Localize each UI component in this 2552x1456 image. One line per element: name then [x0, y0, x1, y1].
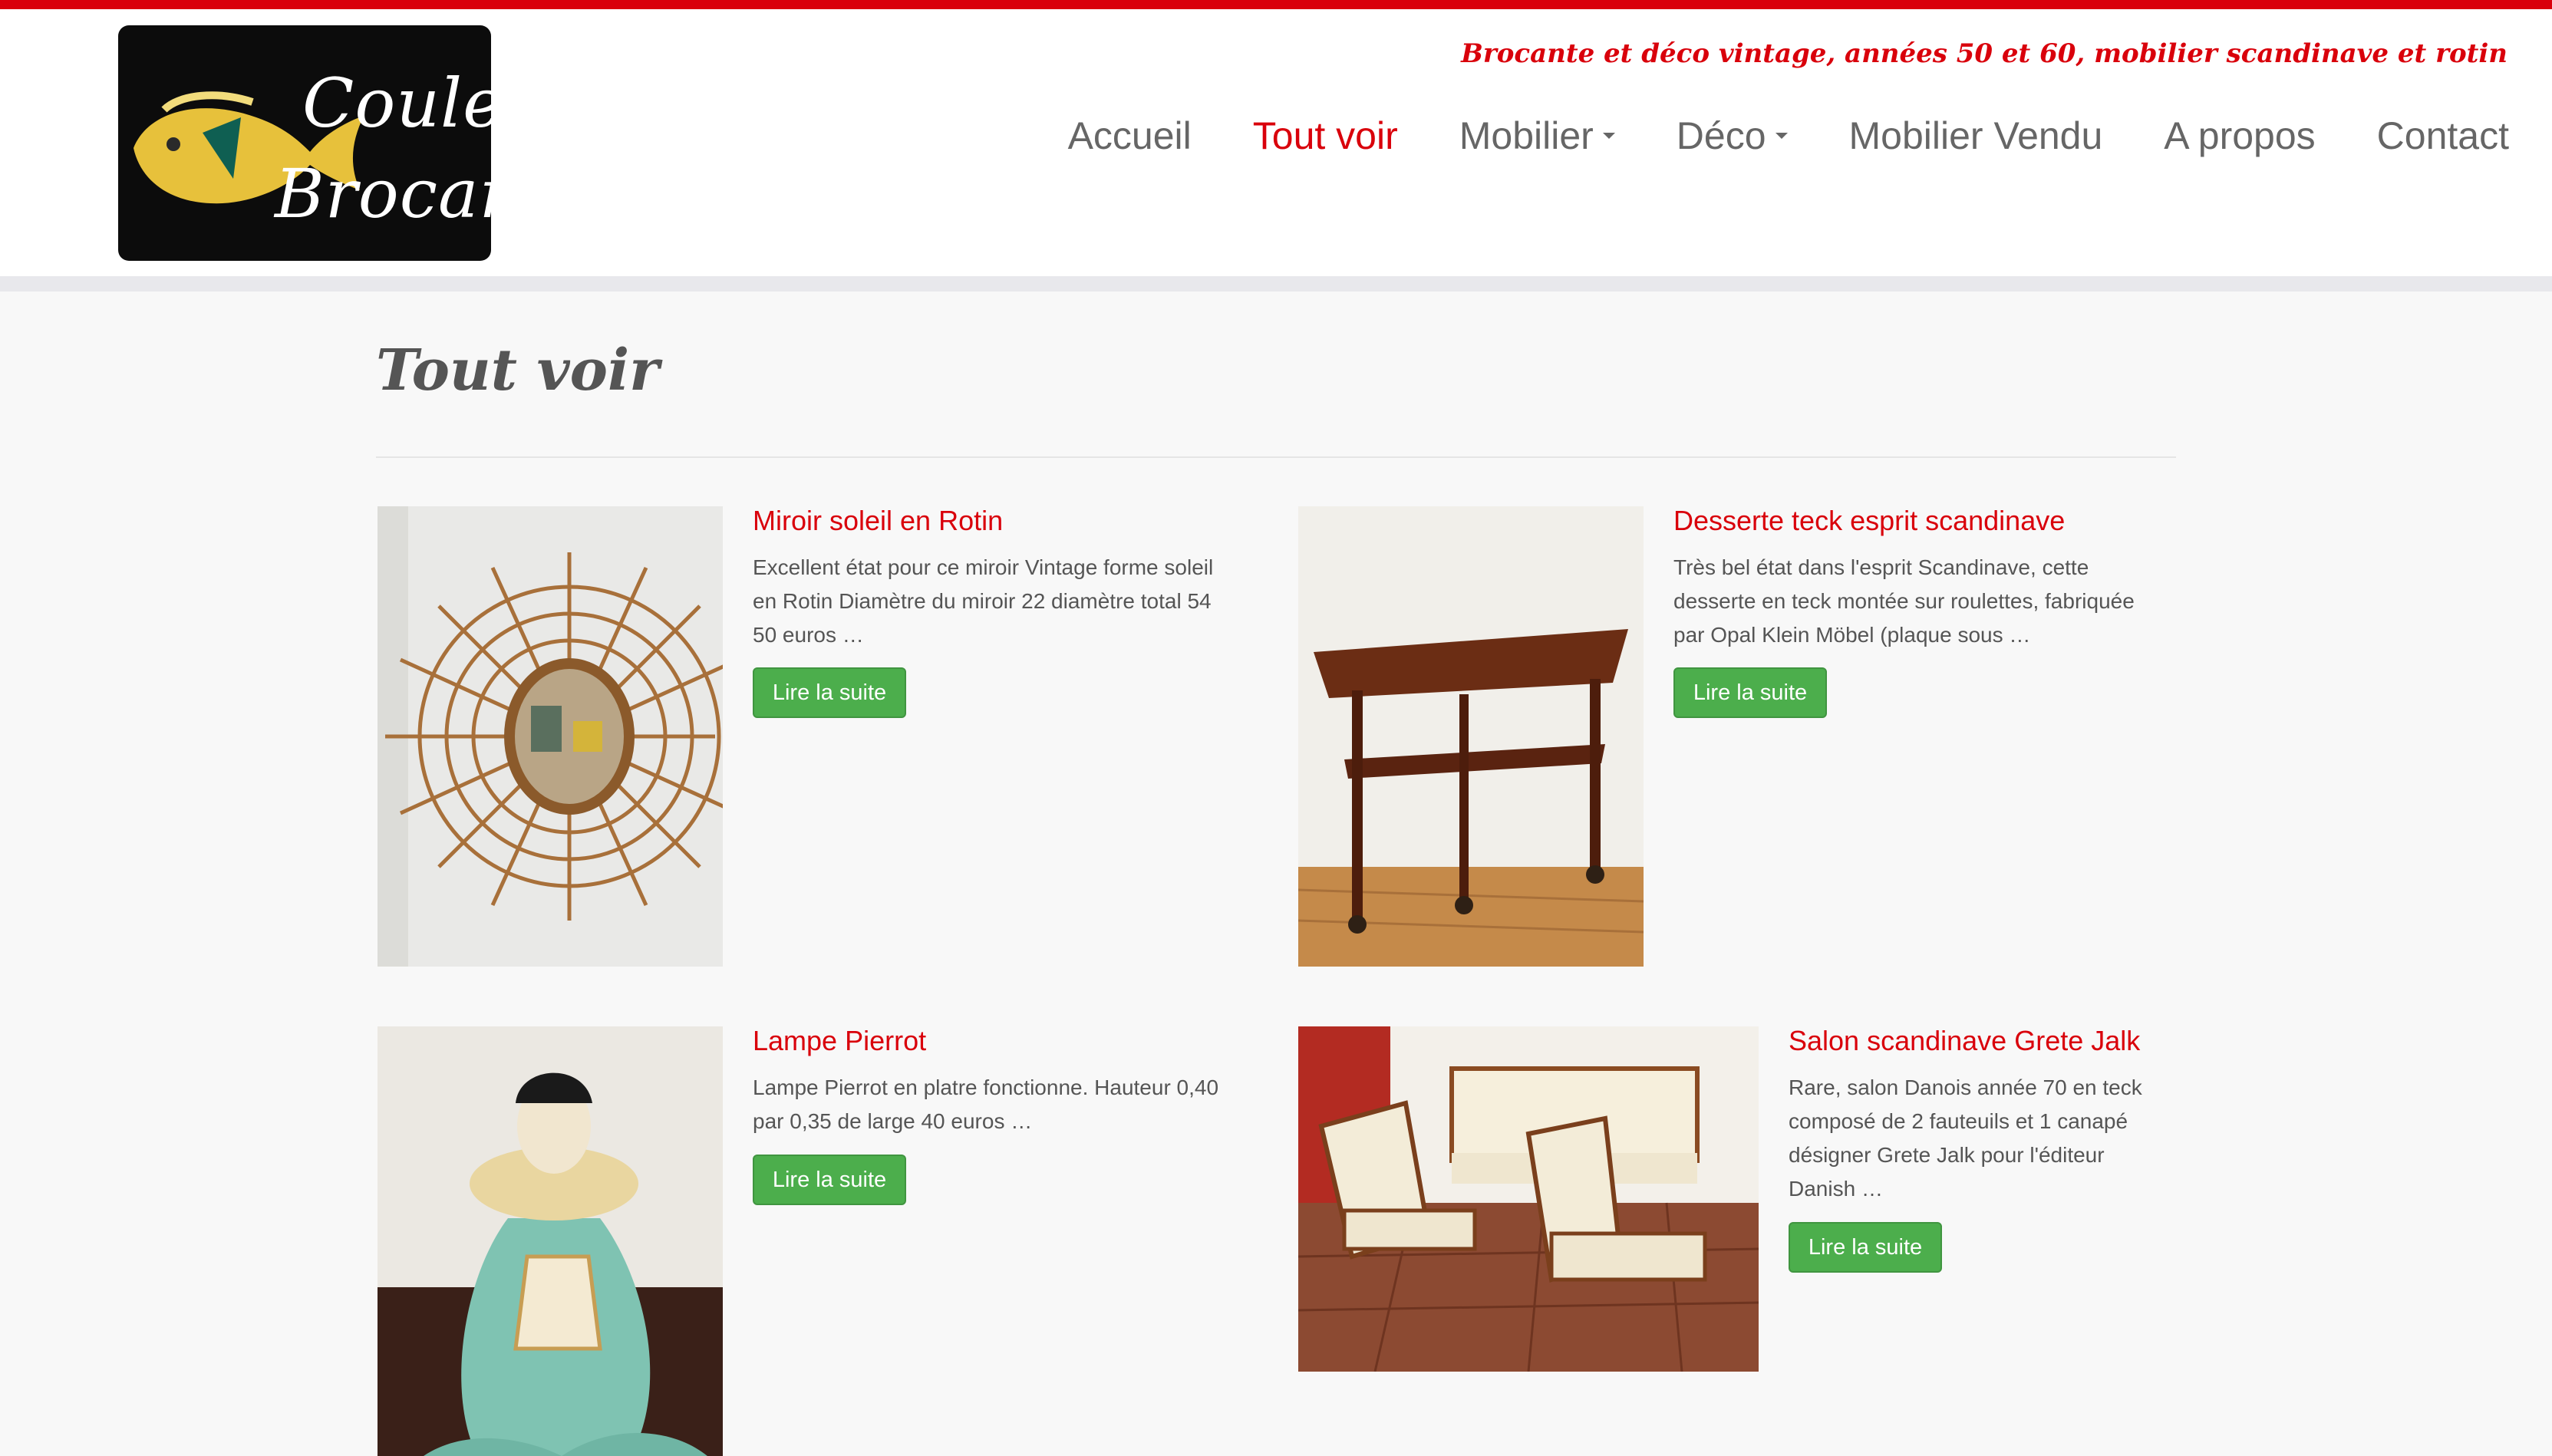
post-excerpt-desserte: Très bel état dans l'esprit Scandinave, …	[1673, 551, 2135, 652]
read-more-button-desserte[interactable]: Lire la suite	[1673, 667, 1827, 718]
page-title: Tout voir	[376, 338, 660, 404]
nav-item-label: Déco	[1676, 114, 1766, 157]
read-more-button-salon[interactable]: Lire la suite	[1789, 1222, 1942, 1273]
post-title-desserte[interactable]: Desserte teck esprit scandinave	[1673, 505, 2065, 537]
post-title-miroir[interactable]: Miroir soleil en Rotin	[753, 505, 1003, 537]
nav-item-mobilier[interactable]: Mobilier	[1459, 114, 1615, 158]
top-accent-bar	[0, 0, 2552, 9]
logo-text-line2: Brocante	[275, 154, 491, 233]
post-image-desserte[interactable]	[1298, 506, 1644, 967]
caret-down-icon	[1602, 132, 1615, 139]
nav-item-label: Mobilier	[1459, 114, 1594, 157]
post-image-lampe[interactable]	[378, 1026, 723, 1456]
post-image-salon[interactable]	[1298, 1026, 1759, 1372]
title-divider	[376, 456, 2176, 458]
excerpt-line: par 0,35 de large 40 euros …	[753, 1109, 1033, 1133]
nav-item-label: Contact	[2376, 114, 2509, 157]
excerpt-line: désigner Grete Jalk pour l'éditeur	[1789, 1143, 2105, 1167]
read-more-button-lampe[interactable]: Lire la suite	[753, 1155, 906, 1205]
excerpt-line: Rare, salon Danois année 70 en teck	[1789, 1076, 2142, 1099]
post-title-salon[interactable]: Salon scandinave Grete Jalk	[1789, 1025, 2140, 1057]
post-excerpt-salon: Rare, salon Danois année 70 en teck comp…	[1789, 1071, 2142, 1206]
post-title-lampe[interactable]: Lampe Pierrot	[753, 1025, 926, 1057]
excerpt-line: Danish …	[1789, 1177, 1883, 1201]
nav-item-contact[interactable]: Contact	[2377, 114, 2509, 158]
excerpt-line: en Rotin Diamètre du miroir 22 diamètre …	[753, 589, 1212, 613]
excerpt-line: desserte en teck montée sur roulettes, f…	[1673, 589, 2135, 613]
nav-item-deco[interactable]: Déco	[1677, 114, 1788, 158]
site-tagline: Brocante et déco vintage, années 50 et 6…	[1461, 38, 2507, 69]
nav-item-tout-voir[interactable]: Tout voir	[1253, 114, 1398, 158]
excerpt-line: Très bel état dans l'esprit Scandinave, …	[1673, 555, 2089, 579]
excerpt-line: Lampe Pierrot en platre fonctionne. Haut…	[753, 1076, 1219, 1099]
main-navigation: Accueil Tout voir Mobilier Déco Mobilier…	[1068, 114, 2509, 158]
nav-item-mobilier-vendu[interactable]: Mobilier Vendu	[1849, 114, 2103, 158]
read-more-button-miroir[interactable]: Lire la suite	[753, 667, 906, 718]
excerpt-line: par Opal Klein Möbel (plaque sous …	[1673, 623, 2031, 647]
excerpt-line: Excellent état pour ce miroir Vintage fo…	[753, 555, 1214, 579]
nav-item-a-propos[interactable]: A propos	[2164, 114, 2315, 158]
excerpt-line: 50 euros …	[753, 623, 864, 647]
post-image-miroir[interactable]	[378, 506, 723, 967]
logo-text-line1: Couleur	[302, 64, 491, 143]
nav-item-accueil[interactable]: Accueil	[1068, 114, 1192, 158]
nav-item-label: Accueil	[1067, 114, 1192, 157]
nav-item-label: Mobilier Vendu	[1848, 114, 2103, 157]
site-logo[interactable]: Couleur Brocante	[118, 25, 491, 261]
nav-item-label: Tout voir	[1252, 114, 1398, 157]
nav-item-label: A propos	[2164, 114, 2316, 157]
post-excerpt-miroir: Excellent état pour ce miroir Vintage fo…	[753, 551, 1213, 652]
excerpt-line: composé de 2 fauteuils et 1 canapé	[1789, 1109, 2128, 1133]
header-separator	[0, 276, 2552, 292]
caret-down-icon	[1775, 132, 1788, 139]
post-excerpt-lampe: Lampe Pierrot en platre fonctionne. Haut…	[753, 1071, 1218, 1138]
